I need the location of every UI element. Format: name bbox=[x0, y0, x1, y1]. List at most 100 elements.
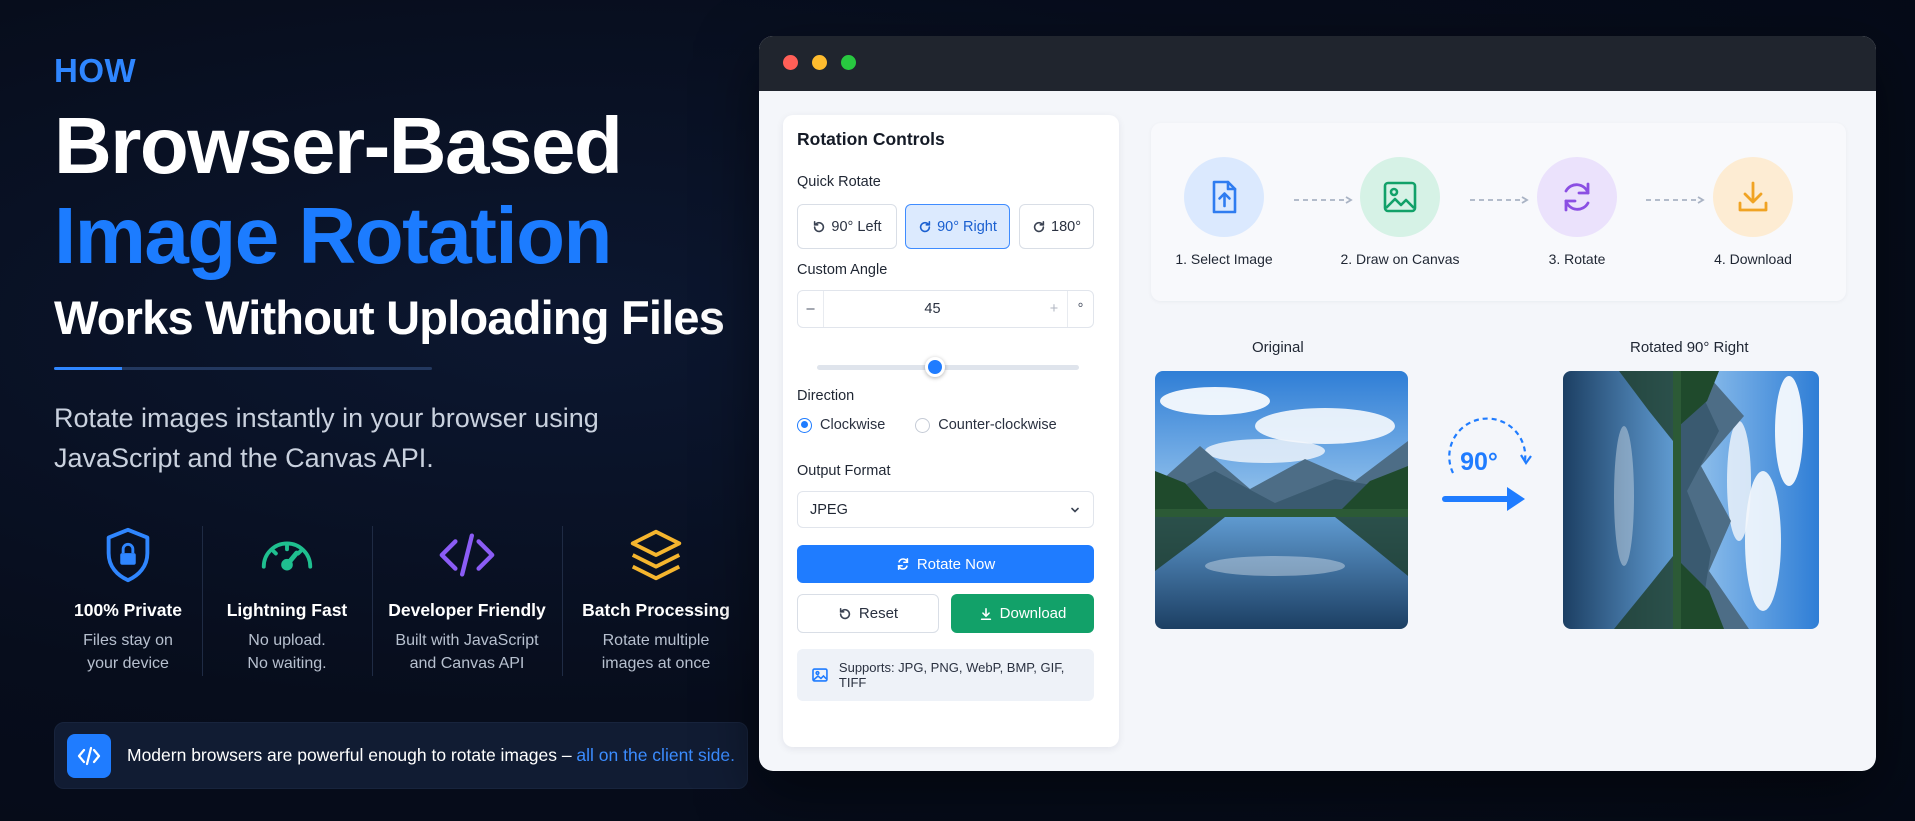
rotate-right-button[interactable]: 90° Right bbox=[905, 204, 1010, 249]
step-rotate bbox=[1537, 157, 1617, 237]
rotation-controls-panel: Rotation Controls Quick Rotate 90° Left … bbox=[783, 115, 1119, 747]
app-window: Rotation Controls Quick Rotate 90° Left … bbox=[759, 36, 1876, 771]
feature-title: Developer Friendly bbox=[388, 600, 546, 620]
chevron-down-icon bbox=[1071, 507, 1079, 513]
hero-divider bbox=[54, 367, 432, 370]
download-label: Download bbox=[999, 605, 1067, 622]
rotate-icon bbox=[1564, 182, 1590, 212]
feature-desc: Built with JavaScript and Canvas API bbox=[395, 629, 538, 675]
decrement-button[interactable]: – bbox=[798, 291, 824, 327]
step-download bbox=[1713, 157, 1793, 237]
feature-desc-line: No upload. bbox=[248, 632, 326, 649]
direction-label: Direction bbox=[797, 388, 855, 404]
download-icon bbox=[1738, 181, 1768, 212]
rotated-image bbox=[1563, 371, 1819, 629]
supports-text: Supports: JPG, PNG, WebP, BMP, GIF, TIFF bbox=[838, 660, 1065, 690]
feature-title: Lightning Fast bbox=[226, 600, 348, 620]
hero-eyebrow: HOW bbox=[54, 52, 137, 89]
output-format-label: Output Format bbox=[797, 463, 891, 479]
quick-rotate-label: Quick Rotate bbox=[797, 174, 881, 190]
angle-stepper: – 45 + ° bbox=[797, 290, 1094, 328]
download-icon bbox=[980, 607, 991, 620]
layers-icon bbox=[630, 529, 682, 581]
download-button[interactable]: Download bbox=[951, 594, 1094, 633]
increment-button[interactable]: + bbox=[1041, 291, 1067, 327]
callout-highlight: all on the client side. bbox=[576, 745, 735, 765]
feature-list: 100% Private Files stay on your device L… bbox=[54, 524, 750, 676]
step-arrow-icon bbox=[1646, 196, 1705, 204]
original-image bbox=[1155, 371, 1408, 629]
code-icon bbox=[439, 533, 495, 577]
process-steps: 1. Select Image 2. Draw on Canvas 3. Rot… bbox=[1151, 123, 1846, 301]
feature-desc-line: and Canvas API bbox=[409, 655, 525, 672]
step-label: 2. Draw on Canvas bbox=[1340, 251, 1460, 267]
feature-desc-line: Built with JavaScript bbox=[395, 632, 539, 649]
step-arrow-icon bbox=[1294, 196, 1353, 204]
step-draw-canvas bbox=[1360, 157, 1440, 237]
minimize-window-button[interactable] bbox=[812, 55, 827, 70]
custom-angle-label: Custom Angle bbox=[797, 262, 888, 278]
callout-text-main: Modern browsers are powerful enough to r… bbox=[127, 745, 577, 765]
feature-desc: No upload. No waiting. bbox=[247, 629, 326, 675]
original-label: Original bbox=[1252, 339, 1304, 356]
feature-desc-line: your device bbox=[87, 655, 169, 672]
rotated-label: Rotated 90° Right bbox=[1630, 339, 1749, 356]
rotate-now-button[interactable]: Rotate Now bbox=[797, 545, 1094, 583]
panel-title: Rotation Controls bbox=[797, 129, 945, 149]
selected-format: JPEG bbox=[810, 501, 848, 518]
rotate-cw-icon bbox=[1033, 220, 1045, 232]
feature-desc-line: Rotate multiple bbox=[602, 632, 710, 649]
reset-button[interactable]: Reset bbox=[797, 594, 939, 633]
rotate-ccw-icon bbox=[814, 220, 825, 232]
code-icon bbox=[67, 733, 111, 778]
feature-desc: Rotate multiple images at once bbox=[602, 629, 711, 675]
image-icon bbox=[812, 668, 828, 682]
hero-subtitle: Rotate images instantly in your browser … bbox=[54, 403, 599, 473]
feature-desc: Files stay on your device bbox=[83, 629, 173, 675]
feature-fast: Lightning Fast No upload. No waiting. bbox=[202, 524, 372, 676]
feature-desc-line: Files stay on bbox=[83, 632, 173, 649]
hero-title-line-2: Image Rotation bbox=[54, 191, 612, 280]
angle-slider-thumb[interactable] bbox=[924, 357, 945, 377]
counter-clockwise-radio[interactable] bbox=[915, 417, 931, 433]
angle-input[interactable]: 45 bbox=[824, 301, 1041, 317]
rotate-now-label: Rotate Now bbox=[916, 555, 996, 573]
step-label: 3. Rotate bbox=[1548, 251, 1606, 267]
feature-desc-line: images at once bbox=[601, 655, 711, 672]
feature-desc-line: No waiting. bbox=[247, 655, 327, 672]
feature-developer: Developer Friendly Built with JavaScript… bbox=[372, 524, 562, 676]
callout-text: Modern browsers are powerful enough to r… bbox=[127, 745, 735, 766]
close-window-button[interactable] bbox=[783, 55, 798, 70]
feature-title: 100% Private bbox=[74, 600, 182, 620]
callout-banner: Modern browsers are powerful enough to r… bbox=[54, 722, 748, 789]
image-icon bbox=[1383, 181, 1417, 213]
hero-section: HOW Browser-Based Image Rotation Works W… bbox=[54, 0, 754, 821]
refresh-icon bbox=[897, 557, 908, 571]
step-label: 1. Select Image bbox=[1175, 251, 1273, 267]
clockwise-label: Clockwise bbox=[820, 417, 886, 433]
reset-label: Reset bbox=[858, 605, 899, 622]
window-titlebar bbox=[759, 36, 1876, 91]
hero-title-line-1: Browser-Based bbox=[54, 101, 623, 190]
shield-lock-icon bbox=[106, 527, 150, 583]
feature-title: Batch Processing bbox=[582, 600, 730, 620]
rotate-left-button[interactable]: 90° Left bbox=[797, 204, 897, 249]
feature-batch: Batch Processing Rotate multiple images … bbox=[562, 524, 750, 676]
degree-unit: ° bbox=[1067, 291, 1093, 327]
maximize-window-button[interactable] bbox=[841, 55, 856, 70]
hero-title-line-3: Works Without Uploading Files bbox=[54, 291, 725, 344]
rotate-180-label: 180° bbox=[1051, 218, 1081, 235]
step-label: 4. Download bbox=[1714, 251, 1792, 267]
supported-formats-note: Supports: JPG, PNG, WebP, BMP, GIF, TIFF bbox=[797, 649, 1094, 701]
rotate-left-label: 90° Left bbox=[831, 218, 882, 235]
output-format-select[interactable]: JPEG bbox=[797, 491, 1094, 528]
angle-slider-track[interactable] bbox=[817, 365, 1079, 370]
step-select-image bbox=[1184, 157, 1264, 237]
rotation-degrees-label: 90° bbox=[1460, 448, 1498, 476]
clockwise-radio[interactable] bbox=[797, 417, 812, 433]
counter-clockwise-label: Counter-clockwise bbox=[938, 417, 1057, 433]
rotate-180-button[interactable]: 180° bbox=[1019, 204, 1094, 249]
rotate-right-label: 90° Right bbox=[937, 218, 997, 235]
undo-icon bbox=[839, 607, 851, 619]
direction-radio-group: Clockwise Counter-clockwise bbox=[797, 417, 1057, 433]
